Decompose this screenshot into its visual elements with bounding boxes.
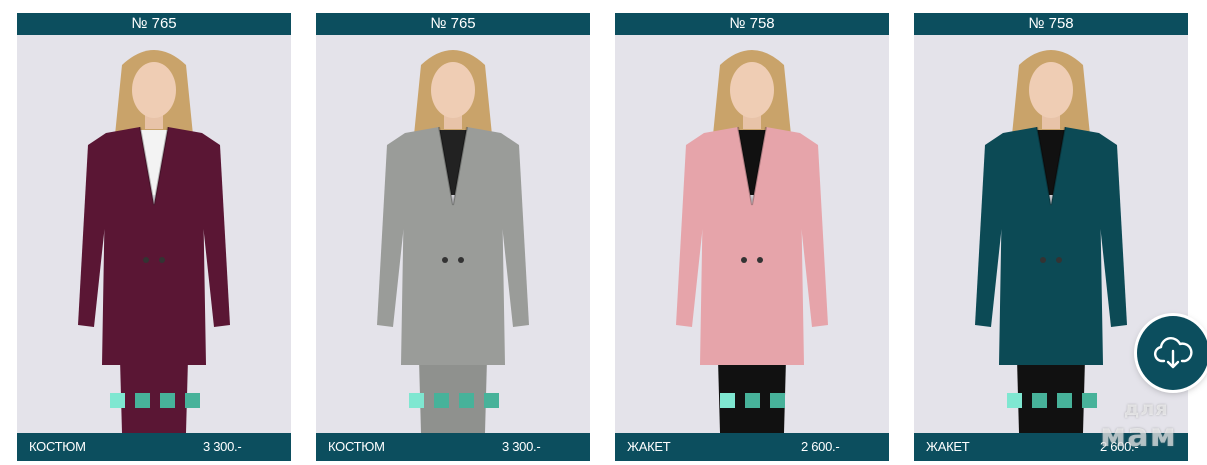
photo-thumb[interactable]: [135, 393, 150, 408]
download-button[interactable]: [1137, 316, 1207, 390]
face: [730, 62, 774, 118]
photo-thumb[interactable]: [745, 393, 760, 408]
product-price: 3 300.-: [502, 439, 541, 454]
jacket-button: [458, 257, 464, 263]
left-sleeve: [975, 133, 1003, 327]
model-illustration: [676, 50, 828, 433]
face: [132, 62, 176, 118]
jacket-button: [1056, 257, 1062, 263]
face: [431, 62, 475, 118]
jacket-button: [143, 257, 149, 263]
product-number: № 765: [17, 13, 291, 35]
jacket-button: [442, 257, 448, 263]
photo-pagination: [409, 393, 499, 408]
photo-pagination: [720, 393, 785, 408]
left-sleeve: [676, 133, 704, 327]
photo-thumb[interactable]: [160, 393, 175, 408]
photo-thumb[interactable]: [770, 393, 785, 408]
jacket-button: [757, 257, 763, 263]
product-number: № 758: [615, 13, 889, 35]
cloud-download-icon: [1153, 337, 1193, 369]
photo-thumb[interactable]: [459, 393, 474, 408]
model-illustration: [377, 50, 529, 433]
product-price: 2 600.-: [801, 439, 840, 454]
product-info-bar: ЖАКЕТ 2 600.-: [615, 433, 889, 461]
right-sleeve: [800, 133, 828, 327]
photo-thumb[interactable]: [1082, 393, 1097, 408]
product-price: 3 300.-: [203, 439, 242, 454]
product-card-3[interactable]: № 758 ЖАКЕТ 2 600.-: [615, 13, 889, 461]
photo-thumb[interactable]: [409, 393, 424, 408]
product-card-2[interactable]: № 765 КОСТЮМ 3 300.-: [316, 13, 590, 461]
photo-thumb[interactable]: [110, 393, 125, 408]
right-sleeve: [501, 133, 529, 327]
product-info-bar: КОСТЮМ 3 300.-: [316, 433, 590, 461]
photo-pagination: [1007, 393, 1097, 408]
product-photo[interactable]: [17, 35, 291, 433]
photo-pagination: [110, 393, 200, 408]
photo-thumb[interactable]: [1032, 393, 1047, 408]
product-card-1[interactable]: № 765 КОСТЮМ 3 300.-: [17, 13, 291, 461]
product-name: КОСТЮМ: [328, 439, 385, 454]
photo-thumb[interactable]: [1057, 393, 1072, 408]
product-card-4[interactable]: № 758 ЖАКЕТ 2 600.-: [914, 13, 1188, 461]
left-sleeve: [78, 133, 106, 327]
product-name: ЖАКЕТ: [627, 439, 671, 454]
product-photo[interactable]: [316, 35, 590, 433]
product-info-bar: КОСТЮМ 3 300.-: [17, 433, 291, 461]
photo-thumb[interactable]: [484, 393, 499, 408]
jacket-button: [159, 257, 165, 263]
photo-thumb[interactable]: [434, 393, 449, 408]
right-sleeve: [202, 133, 230, 327]
product-name: КОСТЮМ: [29, 439, 86, 454]
watermark-line2: мам: [1100, 416, 1177, 454]
product-name: ЖАКЕТ: [926, 439, 970, 454]
jacket-button: [1040, 257, 1046, 263]
watermark: для мам: [1098, 398, 1207, 465]
product-number: № 758: [914, 13, 1188, 35]
product-photo[interactable]: [615, 35, 889, 433]
photo-thumb[interactable]: [185, 393, 200, 408]
model-illustration: [78, 50, 230, 433]
photo-thumb[interactable]: [1007, 393, 1022, 408]
left-sleeve: [377, 133, 405, 327]
right-sleeve: [1099, 133, 1127, 327]
product-number: № 765: [316, 13, 590, 35]
photo-thumb[interactable]: [720, 393, 735, 408]
face: [1029, 62, 1073, 118]
jacket-button: [741, 257, 747, 263]
